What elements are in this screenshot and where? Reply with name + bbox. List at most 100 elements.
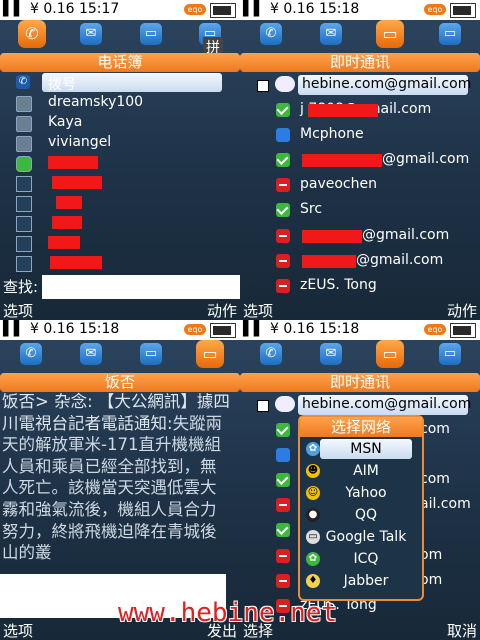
phone-app-icon[interactable]: ✆ [18,20,46,48]
chat-app-icon[interactable]: ▭ [140,343,162,365]
signal-icon: ▌▌ [3,1,25,17]
app-icon-bar: ✆ ✉ ▭ ▭ [240,340,480,372]
yahoo-icon: ☺ [306,486,320,500]
network-item-jabber[interactable]: ♦ Jabber [300,571,422,593]
sms-app-icon[interactable]: ▭ [439,23,461,45]
contact-row[interactable]: viviangel [0,133,240,153]
search-label: 查找: [3,278,39,296]
network-item-icq[interactable]: ✿ ICQ [300,549,422,571]
options-softkey[interactable]: 选项 [3,620,33,640]
status-text: ¥ 0.16 15:18 [270,1,360,17]
contact-name: dreamsky100 [48,94,144,110]
phonebook-pane: ▌▌ ¥ 0.16 15:17 eqo ✆ ✉ ▭ ▭ 拼 电话簿 ✆ 拨号 d… [0,0,240,320]
contact-checkbox[interactable] [16,176,32,192]
battery-icon [210,323,236,338]
contact-row[interactable]: dreamsky100 [0,93,240,113]
account-row[interactable]: hebine.com@gmail.com [240,75,480,95]
collapse-icon[interactable] [257,400,269,412]
contact-checkbox[interactable] [16,216,32,232]
im-contact-row[interactable]: Src [240,200,480,220]
mail-app-icon[interactable]: ✉ [80,343,102,365]
contact-row[interactable] [0,213,240,233]
search-input[interactable] [42,275,240,299]
phone-app-icon[interactable]: ✆ [260,343,282,365]
contact-name: zEUS. Tong [300,277,377,293]
contact-name: Mcphone [300,126,364,142]
network-select-popup: 选择网络 ✿ MSN ☻ AIM ☺ Yahoo ● QQ ▭ Google T… [298,415,424,601]
contact-checkbox[interactable] [16,236,32,252]
options-softkey[interactable]: 选项 [3,300,33,320]
chat-app-icon[interactable]: ▭ [140,23,162,45]
network-item-google-talk[interactable]: ▭ Google Talk [300,527,422,549]
contact-name: @gmail.com [362,227,450,243]
network-item-msn[interactable]: ✿ MSN [300,439,422,461]
contact-row[interactable]: Kaya [0,113,240,133]
contact-row[interactable] [0,173,240,193]
icq-icon: ✿ [306,552,320,566]
contact-row[interactable] [0,253,240,273]
dial-row[interactable]: ✆ 拨号 [0,73,240,93]
status-text: ¥ 0.16 15:17 [30,1,120,17]
im-contact-row[interactable]: @gmail.com [240,251,480,271]
status-bar: ▌▌ ¥ 0.16 15:18 eqo [240,0,480,20]
im-contact-row[interactable]: Mcphone [240,125,480,145]
mail-app-icon[interactable]: ✉ [80,23,102,45]
phone-app-icon[interactable]: ✆ [260,23,282,45]
im-contact-row[interactable]: paveochen [240,175,480,195]
account-row[interactable]: hebine.com@gmail.com [240,395,480,415]
phone-icon: ✆ [16,75,30,89]
contact-name: viviangel [48,134,112,150]
cancel-softkey[interactable]: 取消 [447,620,477,640]
collapse-icon[interactable] [257,80,269,92]
options-softkey[interactable]: 选项 [243,300,273,320]
mobile-status-icon [276,128,290,142]
signal-icon: ▌▌ [243,321,265,337]
message-text: 失蹤兩天的解放軍米-171直升機機組人員和乘員已經全部找到，無人死亡。該機當天突… [2,413,223,563]
contact-name: com [420,421,450,437]
page-title: 电话簿 [0,53,240,72]
contact-name: paveochen [300,176,377,192]
contact-name: Kaya [48,114,83,130]
action-softkey[interactable]: 动作 [447,300,477,320]
popup-title: 选择网络 [300,417,422,437]
contact-row[interactable] [0,153,240,173]
online-icon [16,156,32,172]
redacted-name [56,196,82,209]
contact-avatar-icon [16,136,32,152]
network-item-yahoo[interactable]: ☺ Yahoo [300,483,422,505]
account-label: hebine.com@gmail.com [302,76,472,92]
google-talk-icon: ▭ [306,530,320,544]
redacted-name [50,256,102,269]
im-contact-row[interactable]: j 7808@gmail.com [240,100,480,120]
watermark: www.hebine.net [118,598,338,628]
redacted-name [302,230,362,243]
contact-row[interactable] [0,233,240,253]
eqo-badge: eqo [184,4,206,15]
im-contact-row[interactable]: zEUS. Tong [240,276,480,296]
battery-icon [450,3,476,18]
chat-bubble-icon [275,396,295,412]
im-contact-row[interactable]: @gmail.com [240,150,480,170]
phone-app-icon[interactable]: ✆ [20,343,42,365]
network-item-qq[interactable]: ● QQ [300,505,422,527]
redacted-name [52,216,82,229]
status-text: ¥ 0.16 15:18 [30,321,120,337]
contact-name: ail.com [420,496,471,512]
mail-app-icon[interactable]: ✉ [320,343,342,365]
contact-checkbox[interactable] [16,256,32,272]
app-icon-bar: ✆ ✉ ▭ ▭ [240,20,480,52]
contact-row[interactable] [0,193,240,213]
contact-name: @gmail.com [356,252,444,268]
contact-name: @gmail.com [382,151,470,167]
jabber-icon: ♦ [306,574,320,588]
chat-app-icon[interactable]: ▭ [376,340,404,368]
chat-app-icon[interactable]: ▭ [376,20,404,48]
network-item-aim[interactable]: ☻ AIM [300,461,422,483]
sms-app-icon[interactable]: ▭ [196,340,224,368]
contact-checkbox[interactable] [16,196,32,212]
action-softkey[interactable]: 动作 [207,300,237,320]
im-contact-row[interactable]: @gmail.com [240,226,480,246]
mail-app-icon[interactable]: ✉ [320,23,342,45]
sms-app-icon[interactable]: ▭ [439,343,461,365]
contact-avatar-icon [16,116,32,132]
